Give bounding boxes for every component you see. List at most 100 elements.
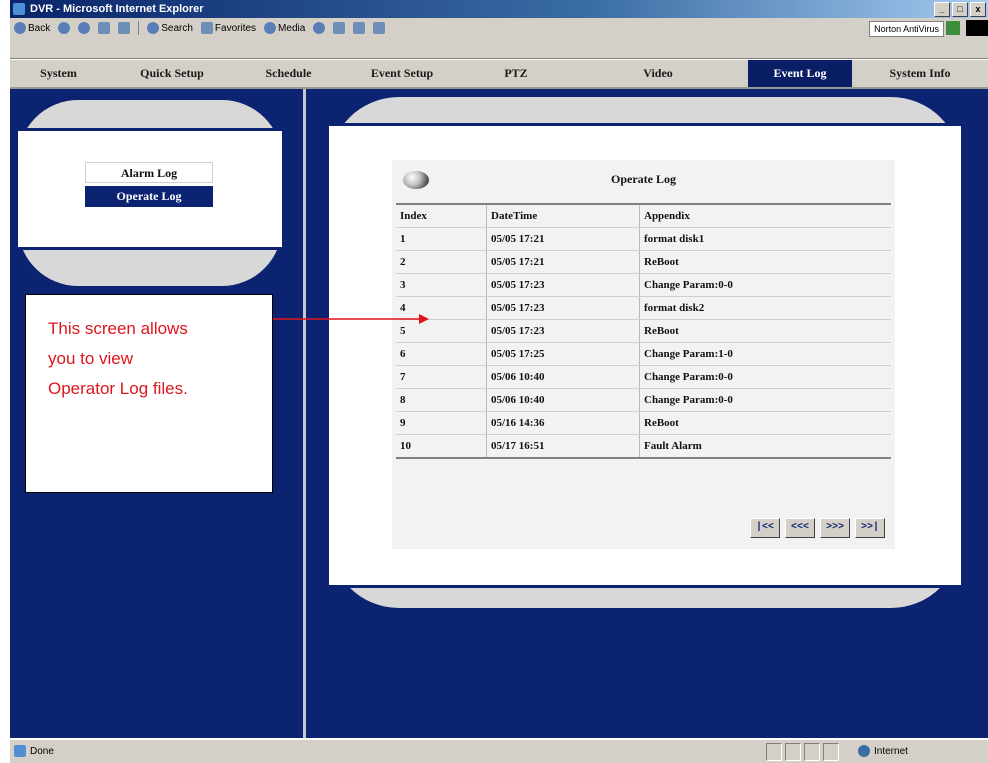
table-row: 8 05/06 10:40 Change Param:0-0 (396, 388, 891, 412)
cell-appendix: ReBoot (639, 411, 891, 435)
back-button[interactable]: Back (14, 22, 50, 34)
callout-arrow-icon (273, 314, 429, 324)
forward-button[interactable] (58, 22, 71, 34)
page-icon (14, 745, 26, 757)
sidebar-item-operate-log[interactable]: Operate Log (85, 186, 213, 207)
internet-zone-icon (858, 745, 870, 757)
edit-icon (373, 22, 386, 34)
nav-video[interactable]: Video (568, 60, 748, 87)
media-button[interactable]: Media (264, 22, 305, 34)
cell-datetime: 05/06 10:40 (486, 365, 640, 389)
table-row: 3 05/05 17:23 Change Param:0-0 (396, 273, 891, 297)
callout-line: This screen allows (48, 319, 188, 338)
norton-antivirus-button[interactable]: Norton AntiVirus (869, 21, 944, 37)
window-title-bar: DVR - Microsoft Internet Explorer _ □ x (10, 0, 988, 18)
home-button[interactable] (118, 22, 131, 34)
cell-index: 10 (396, 434, 487, 459)
status-text: Done (30, 745, 54, 757)
last-page-button[interactable]: >>| (854, 518, 885, 538)
table-row: 6 05/05 17:25 Change Param:1-0 (396, 342, 891, 366)
mail-icon (333, 22, 346, 34)
main-nav: System Quick Setup Schedule Event Setup … (10, 60, 988, 89)
cell-datetime: 05/05 17:21 (486, 250, 640, 274)
favorites-button[interactable]: Favorites (200, 22, 256, 34)
forward-arrow-icon (58, 22, 71, 34)
stop-icon (78, 22, 91, 34)
log-title: Operate Log (611, 172, 676, 186)
cell-index: 7 (396, 365, 487, 389)
cell-index: 8 (396, 388, 487, 412)
cell-index: 2 (396, 250, 487, 274)
search-icon (147, 22, 160, 34)
cell-index: 3 (396, 273, 487, 297)
nav-event-setup[interactable]: Event Setup (340, 60, 464, 87)
mail-button[interactable] (333, 22, 346, 34)
refresh-button[interactable] (98, 22, 111, 34)
search-button[interactable]: Search (147, 22, 193, 34)
status-cell (804, 743, 820, 761)
cell-appendix: ReBoot (639, 250, 891, 274)
table-row: 4 05/05 17:23 format disk2 (396, 296, 891, 320)
cell-datetime: 05/05 17:23 (486, 273, 640, 297)
history-button[interactable] (313, 22, 326, 34)
table-row: 1 05/05 17:21 format disk1 (396, 227, 891, 251)
zone-label: Internet (874, 745, 908, 757)
cell-appendix: Change Param:0-0 (639, 273, 891, 297)
status-bar: Done Internet (10, 739, 988, 763)
cell-datetime: 05/05 17:21 (486, 227, 640, 251)
table-header-row: Index DateTime Appendix (396, 203, 891, 228)
window-title: DVR - Microsoft Internet Explorer (30, 3, 204, 15)
log-table: Index DateTime Appendix 1 05/05 17:21 form… (396, 203, 891, 459)
nav-system[interactable]: System (10, 60, 107, 87)
cell-datetime: 05/17 16:51 (486, 434, 640, 459)
table-row: 9 05/16 14:36 ReBoot (396, 411, 891, 435)
nav-quick-setup[interactable]: Quick Setup (107, 60, 237, 87)
cell-datetime: 05/05 17:23 (486, 319, 640, 343)
column-header-index: Index (396, 203, 487, 228)
nav-ptz[interactable]: PTZ (464, 60, 568, 87)
cell-appendix: Change Param:0-0 (639, 388, 891, 412)
table-row: 2 05/05 17:21 ReBoot (396, 250, 891, 274)
stop-button[interactable] (78, 22, 91, 34)
cell-index: 9 (396, 411, 487, 435)
column-header-datetime: DateTime (486, 203, 640, 228)
operate-log-card: Operate Log Index DateTime Appendix 1 05/… (392, 160, 895, 549)
status-cell (766, 743, 782, 761)
favorites-icon (200, 22, 213, 34)
cell-appendix: Change Param:0-0 (639, 365, 891, 389)
previous-page-button[interactable]: <<< (784, 518, 815, 538)
home-icon (118, 22, 131, 34)
edit-button[interactable] (373, 22, 386, 34)
nav-event-log[interactable]: Event Log (748, 60, 852, 87)
first-page-button[interactable]: |<< (749, 518, 780, 538)
next-page-button[interactable]: >>> (819, 518, 850, 538)
pager: |<< <<< >>> >>| (749, 518, 885, 538)
cell-index: 1 (396, 227, 487, 251)
cell-appendix: format disk2 (639, 296, 891, 320)
status-cell (785, 743, 801, 761)
cell-appendix: ReBoot (639, 319, 891, 343)
cell-datetime: 05/05 17:25 (486, 342, 640, 366)
callout-line: you to view (48, 349, 134, 368)
cell-datetime: 05/05 17:23 (486, 296, 640, 320)
media-icon (264, 22, 277, 34)
nav-schedule[interactable]: Schedule (237, 60, 340, 87)
back-arrow-icon (14, 22, 26, 34)
cell-appendix: format disk1 (639, 227, 891, 251)
nav-system-info[interactable]: System Info (852, 60, 988, 87)
minimize-button[interactable]: _ (934, 2, 950, 17)
toolbar-logo (966, 20, 988, 36)
status-cell (823, 743, 839, 761)
toolbar-separator (138, 21, 140, 35)
cell-appendix: Change Param:1-0 (639, 342, 891, 366)
table-row: 10 05/17 16:51 Fault Alarm (396, 434, 891, 459)
maximize-button[interactable]: □ (952, 2, 968, 17)
refresh-icon (98, 22, 111, 34)
callout-line: Operator Log files. (48, 379, 188, 398)
table-row: 5 05/05 17:23 ReBoot (396, 319, 891, 343)
print-button[interactable] (353, 22, 366, 34)
norton-icon[interactable] (946, 21, 960, 35)
close-button[interactable]: x (970, 2, 986, 17)
cell-datetime: 05/06 10:40 (486, 388, 640, 412)
sidebar-item-alarm-log[interactable]: Alarm Log (85, 162, 213, 183)
